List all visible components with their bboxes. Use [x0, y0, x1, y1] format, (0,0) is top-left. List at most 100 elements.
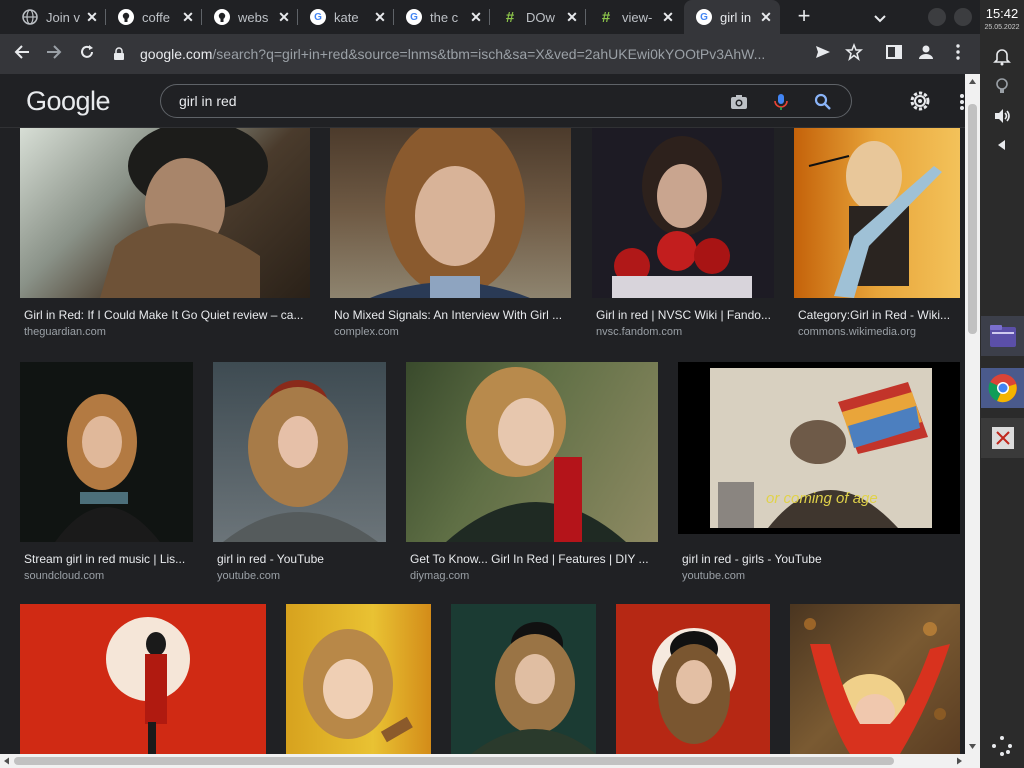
image-result[interactable]: Girl in red | NVSC Wiki | Fando... nvsc.… [592, 128, 774, 346]
result-thumbnail[interactable]: or coming of age [678, 362, 960, 534]
result-thumbnail[interactable] [794, 128, 960, 298]
vertical-scrollbar[interactable] [965, 74, 980, 754]
side-panel-icon[interactable] [883, 43, 905, 65]
browser-toolbar: google.com/search?q=girl+in+red&source=l… [0, 34, 980, 74]
result-source: soundcloud.com [24, 570, 105, 582]
triangle-left-icon[interactable] [992, 136, 1012, 156]
minimize-button[interactable] [928, 8, 946, 26]
back-button[interactable] [10, 42, 34, 66]
lightbulb-icon[interactable] [992, 76, 1012, 96]
search-input[interactable] [179, 91, 699, 111]
result-caption[interactable]: Girl in Red: If I Could Make It Go Quiet… [24, 308, 310, 322]
image-result[interactable]: Category:Girl in Red - Wiki... commons.w… [794, 128, 960, 346]
chrome-app-icon[interactable] [981, 368, 1024, 408]
reload-button[interactable] [75, 42, 99, 66]
result-thumbnail[interactable] [20, 362, 193, 542]
result-thumbnail[interactable] [451, 604, 596, 754]
bell-icon[interactable] [992, 46, 1012, 66]
send-icon[interactable] [812, 43, 834, 65]
result-thumbnail[interactable] [20, 128, 310, 298]
tab-webs[interactable]: webs ✕ [202, 0, 298, 34]
close-icon[interactable]: ✕ [84, 9, 100, 26]
result-thumbnail[interactable] [330, 128, 571, 298]
close-icon[interactable]: ✕ [758, 9, 774, 26]
search-box[interactable] [160, 84, 852, 118]
image-result[interactable]: No Mixed Signals: An Interview With Girl… [330, 128, 571, 346]
camera-icon[interactable] [729, 92, 749, 112]
tab-join[interactable]: Join v ✕ [10, 0, 106, 34]
tab-the-c[interactable]: G the c ✕ [394, 0, 490, 34]
close-icon[interactable]: ✕ [276, 9, 292, 26]
tab-kate[interactable]: G kate ✕ [298, 0, 394, 34]
files-app-icon[interactable] [981, 316, 1024, 356]
tab-coffee[interactable]: coffe ✕ [106, 0, 202, 34]
result-caption[interactable]: girl in red - YouTube [217, 552, 386, 566]
close-app-icon[interactable] [981, 418, 1024, 458]
close-icon[interactable]: ✕ [180, 9, 196, 26]
tab-girl-in-red[interactable]: G girl in ✕ [684, 0, 780, 34]
scroll-right-icon[interactable] [954, 754, 964, 768]
horizontal-scrollbar[interactable] [0, 754, 980, 768]
google-g-icon: G [406, 9, 422, 25]
result-thumbnail[interactable] [213, 362, 386, 542]
speaker-icon[interactable] [992, 106, 1012, 126]
tab-title: girl in [720, 9, 752, 25]
image-result[interactable]: girl in red - YouTube youtube.com [213, 362, 386, 582]
image-result[interactable] [616, 604, 770, 754]
close-icon[interactable]: ✕ [660, 9, 676, 26]
image-result[interactable] [790, 604, 960, 754]
result-caption[interactable]: girl in red - girls - YouTube [682, 552, 960, 566]
reload-icon [81, 45, 93, 58]
result-caption[interactable]: Girl in red | NVSC Wiki | Fando... [596, 308, 774, 322]
image-result[interactable]: Get To Know... Girl In Red | Features | … [406, 362, 658, 582]
result-source: complex.com [334, 326, 399, 338]
tab-dow[interactable]: # DOw ✕ [490, 0, 586, 34]
scroll-up-icon[interactable] [965, 77, 980, 87]
tab-title: coffe [142, 9, 170, 25]
close-icon[interactable]: ✕ [372, 9, 388, 26]
result-caption[interactable]: Category:Girl in Red - Wiki... [798, 308, 960, 322]
launcher-icon[interactable] [990, 734, 1012, 756]
result-thumbnail[interactable] [616, 604, 770, 754]
image-result[interactable] [20, 604, 266, 754]
result-thumbnail[interactable] [286, 604, 431, 754]
image-result[interactable]: Girl in Red: If I Could Make It Go Quiet… [20, 128, 310, 346]
close-icon[interactable]: ✕ [564, 9, 580, 26]
github-icon [118, 9, 134, 25]
profile-circle[interactable] [954, 8, 972, 26]
result-caption[interactable]: Get To Know... Girl In Red | Features | … [410, 552, 658, 566]
tab-view[interactable]: # view- ✕ [586, 0, 682, 34]
gear-icon[interactable] [908, 89, 932, 113]
result-caption[interactable]: No Mixed Signals: An Interview With Girl… [334, 308, 571, 322]
result-caption[interactable]: Stream girl in red music | Lis... [24, 552, 193, 566]
star-icon[interactable] [843, 42, 865, 65]
image-result[interactable] [286, 604, 431, 754]
vertical-scroll-thumb[interactable] [968, 104, 977, 334]
chevron-down-icon[interactable] [870, 8, 890, 28]
scroll-down-icon[interactable] [965, 741, 980, 751]
profile-icon[interactable] [915, 43, 937, 65]
result-thumbnail[interactable] [406, 362, 658, 542]
scroll-left-icon[interactable] [2, 754, 12, 768]
result-thumbnail[interactable] [790, 604, 960, 754]
google-logo[interactable]: Google [26, 86, 111, 117]
forward-button[interactable] [42, 42, 66, 66]
close-icon[interactable]: ✕ [468, 9, 484, 26]
horizontal-scroll-thumb[interactable] [14, 757, 894, 765]
search-icon[interactable] [813, 92, 833, 112]
new-tab-button[interactable]: + [792, 5, 816, 29]
microphone-icon[interactable] [771, 92, 791, 112]
google-g-icon: G [696, 9, 712, 25]
image-result[interactable]: or coming of age girl in red - girls - Y… [678, 362, 960, 582]
result-source: youtube.com [217, 570, 280, 582]
kebab-menu-icon[interactable] [947, 43, 969, 65]
apps-dots-icon[interactable] [958, 92, 964, 112]
image-result[interactable]: Stream girl in red music | Lis... soundc… [20, 362, 193, 582]
tab-strip: Join v ✕ coffe ✕ webs ✕ G kate ✕ G the c… [0, 0, 980, 34]
result-thumbnail[interactable] [592, 128, 774, 298]
result-source: nvsc.fandom.com [596, 326, 683, 338]
image-result[interactable] [451, 604, 596, 754]
clock-time: 15:42 [985, 6, 1019, 21]
result-thumbnail[interactable] [20, 604, 266, 754]
address-bar[interactable]: google.com/search?q=girl+in+red&source=l… [112, 39, 812, 69]
